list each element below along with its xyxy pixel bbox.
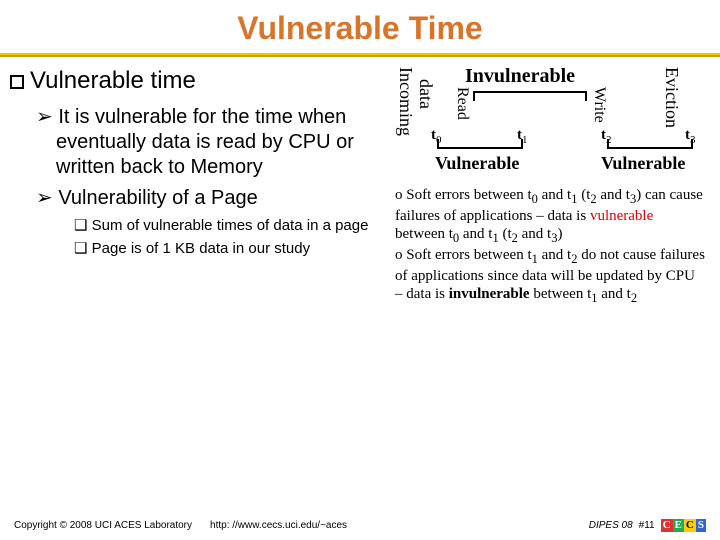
content-area: Vulnerable time ➢ It is vulnerable for t… <box>0 57 720 497</box>
note-1: o Soft errors between t0 and t1 (t2 and … <box>395 186 705 246</box>
bullet-l3-2-text: Page is of 1 KB data in our study <box>92 240 310 257</box>
cecs-logo: CECS <box>661 519 706 532</box>
bullet-l2-1: ➢ It is vulnerable for the time when eve… <box>36 105 380 180</box>
label-write: Write <box>590 87 608 123</box>
circle-bullet-icon: o <box>395 187 406 203</box>
label-vulnerable-2: Vulnerable <box>601 153 685 174</box>
square-small-bullet-icon: ❑ <box>74 240 92 257</box>
text-vulnerable-red: vulnerable <box>590 208 653 224</box>
slide-title: Vulnerable Time <box>0 0 720 53</box>
bullet-l2-1-text: It is vulnerable for the time when event… <box>56 106 354 178</box>
timeline-diagram: Incoming data Invulnerable Read Write Ev… <box>395 65 705 170</box>
bracket-vulnerable-1 <box>437 143 523 149</box>
right-column: Incoming data Invulnerable Read Write Ev… <box>395 65 705 306</box>
label-read: Read <box>453 87 471 120</box>
label-incoming: Incoming <box>395 67 416 136</box>
footer: Copyright © 2008 UCI ACES Laboratory htt… <box>14 519 706 532</box>
text-invulnerable-bold: invulnerable <box>449 286 530 302</box>
label-eviction: Eviction <box>661 67 682 128</box>
footer-conference: DIPES 08 <box>589 520 633 531</box>
cecs-logo-c2: C <box>684 519 696 532</box>
cecs-logo-c1: C <box>661 519 673 532</box>
bullet-l3-1: ❑ Sum of vulnerable times of data in a p… <box>74 217 380 236</box>
bullet-l1-text: Vulnerable time <box>30 67 196 94</box>
notes-block: o Soft errors between t0 and t1 (t2 and … <box>395 186 705 306</box>
footer-url: http: //www.cecs.uci.edu/~aces <box>210 520 589 531</box>
left-column: Vulnerable time ➢ It is vulnerable for t… <box>10 67 380 263</box>
bullet-l3-2: ❑ Page is of 1 KB data in our study <box>74 240 380 259</box>
cecs-logo-s: S <box>696 519 706 532</box>
bullet-l2-2-text: Vulnerability of a Page <box>58 187 257 209</box>
footer-page: #11 <box>639 520 655 531</box>
cecs-logo-e: E <box>673 519 684 532</box>
bullet-l3-1-text: Sum of vulnerable times of data in a pag… <box>92 217 369 234</box>
bracket-invulnerable <box>473 91 587 97</box>
circle-bullet-icon: o <box>395 247 406 263</box>
arrow-bullet-icon: ➢ <box>36 187 58 209</box>
label-invulnerable: Invulnerable <box>465 65 575 88</box>
arrow-bullet-icon: ➢ <box>36 106 58 128</box>
bullet-l1: Vulnerable time <box>10 67 380 95</box>
bullet-l2-2: ➢ Vulnerability of a Page <box>36 186 380 211</box>
label-data: data <box>415 79 436 109</box>
bracket-vulnerable-2 <box>607 143 693 149</box>
note-2: o Soft errors between t1 and t2 do not c… <box>395 246 705 306</box>
label-vulnerable-1: Vulnerable <box>435 153 519 174</box>
footer-copyright: Copyright © 2008 UCI ACES Laboratory <box>14 520 192 531</box>
square-small-bullet-icon: ❑ <box>74 217 92 234</box>
square-bullet-icon <box>10 75 24 89</box>
